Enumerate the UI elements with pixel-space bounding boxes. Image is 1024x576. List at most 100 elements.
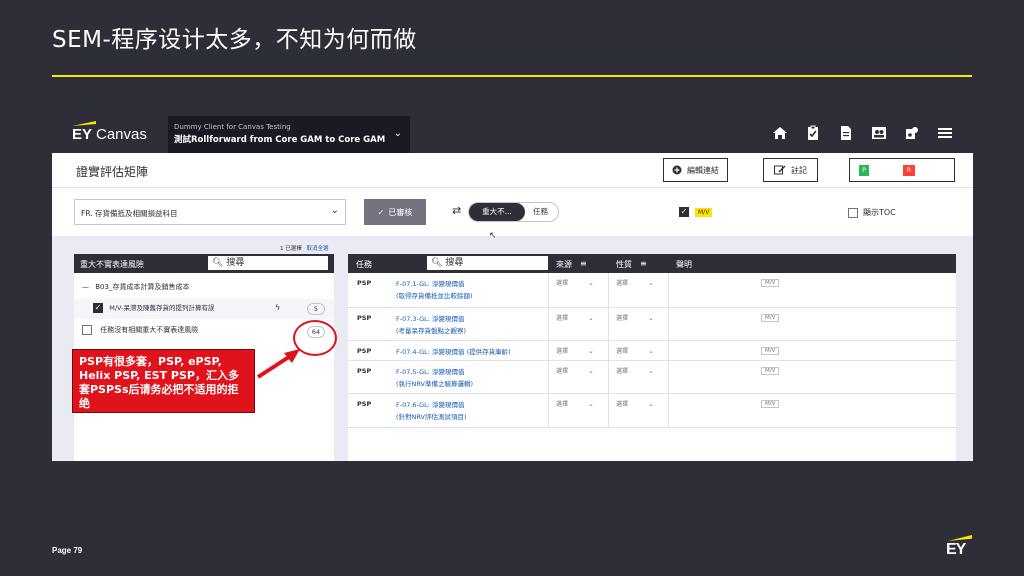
title-divider bbox=[52, 75, 972, 77]
note-label: 註記 bbox=[791, 165, 807, 175]
risk-item-checkbox[interactable]: ✓ bbox=[93, 303, 103, 313]
source-select[interactable]: 選擇 ⌄ bbox=[556, 278, 594, 287]
mv-assertion-tag: M/V bbox=[761, 367, 780, 375]
mv-tag: M/V bbox=[695, 207, 713, 217]
show-toc-filter[interactable]: 顯示TOC bbox=[848, 207, 896, 218]
nature-select[interactable]: 選擇 ⌄ bbox=[616, 313, 654, 322]
task-title: F-07.5-GL: 淨變現價值 bbox=[396, 368, 465, 376]
header-source: 來源 bbox=[556, 260, 572, 269]
task-desc: (執行NRV準備之驗算邏輯) bbox=[396, 380, 474, 388]
page-title: 證實評估矩陣 bbox=[76, 165, 149, 179]
header-task: 任務 bbox=[356, 260, 372, 269]
selection-info: 1 已選擇 取消全選 bbox=[280, 244, 329, 252]
table-row[interactable]: PSP F-07.4-GL: 淨變現價值 (提供存貨庫齡) 選擇 ⌄ 選擇 ⌄ M/… bbox=[348, 341, 956, 361]
selection-count: 1 已選擇 bbox=[280, 246, 302, 252]
nature-value: 選擇 bbox=[616, 401, 629, 408]
chevron-down-icon: ⌄ bbox=[588, 400, 594, 408]
task-link[interactable]: F-07.6-GL: 淨變現價值 (針對NRV評估測試項目) bbox=[396, 399, 467, 423]
source-select[interactable]: 選擇 ⌄ bbox=[556, 366, 594, 375]
nature-value: 選擇 bbox=[616, 368, 629, 375]
task-type: PSP bbox=[357, 347, 372, 355]
show-toc-checkbox[interactable] bbox=[848, 207, 858, 218]
reviewed-button[interactable]: ✓ 已審核 bbox=[364, 199, 426, 225]
nature-value: 選擇 bbox=[616, 348, 629, 355]
chevron-down-icon: ⌄ bbox=[330, 205, 339, 216]
table-row[interactable]: PSP F-07.5-GL: 淨變現價值 (執行NRV準備之驗算邏輯) 選擇 ⌄ … bbox=[348, 361, 956, 394]
nature-select[interactable]: 選擇 ⌄ bbox=[616, 346, 654, 355]
menu-icon[interactable] bbox=[935, 125, 955, 143]
chevron-down-icon: ⌄ bbox=[648, 367, 654, 375]
task-title: F-07.3-GL: 淨變現價值 bbox=[396, 315, 465, 323]
account-dropdown[interactable]: FR. 存貨備抵及相關損益科目 ⌄ bbox=[74, 199, 346, 225]
risk-panel-header: 重大不實表達風險 🔍︎ 搜尋 bbox=[74, 254, 334, 273]
source-value: 選擇 bbox=[556, 280, 569, 287]
header-statement: 聲明 bbox=[676, 260, 692, 269]
status-indicator: P R bbox=[849, 158, 955, 182]
filter-bar: FR. 存貨備抵及相關損益科目 ⌄ ✓ 已審核 ⇄ 重大不... 任務 ✓ M/… bbox=[52, 188, 973, 236]
source-select[interactable]: 選擇 ⌄ bbox=[556, 346, 594, 355]
people-icon[interactable] bbox=[869, 125, 889, 143]
callout-arrow-icon bbox=[256, 349, 300, 379]
nature-value: 選擇 bbox=[616, 315, 629, 322]
table-row[interactable]: PSP F-07.3-GL: 淨變現價值 (考量呆存貨盤點之觀察) 選擇 ⌄ 選擇… bbox=[348, 308, 956, 341]
document-icon[interactable] bbox=[836, 125, 856, 143]
no-risk-checkbox[interactable] bbox=[82, 325, 92, 335]
mouse-pointer-icon: ↖ bbox=[489, 231, 497, 241]
ey-logo: EY bbox=[946, 533, 976, 563]
task-search-input[interactable]: 🔍︎ 搜尋 bbox=[427, 256, 548, 270]
task-link[interactable]: F-07.4-GL: 淨變現價值 (提供存貨庫齡) bbox=[396, 346, 511, 358]
risk-item-count: 5 bbox=[307, 303, 325, 315]
toggle-task-option[interactable]: 任務 bbox=[533, 203, 548, 221]
table-row[interactable]: PSP F-07.1-GL: 淨變現價值 (取得存貨備抵並比較餘額) 選擇 ⌄ 選… bbox=[348, 273, 956, 308]
toggle-risk-option[interactable]: 重大不... bbox=[469, 203, 525, 221]
chevron-down-icon: ⌄ bbox=[588, 314, 594, 322]
clear-all-link[interactable]: 取消全選 bbox=[307, 246, 329, 252]
top-nav-icons bbox=[770, 125, 955, 143]
clipboard-check-icon[interactable] bbox=[803, 125, 823, 143]
client-subtitle: Dummy Client for Canvas Testing bbox=[174, 123, 291, 131]
task-link[interactable]: F-07.3-GL: 淨變現價值 (考量呆存貨盤點之觀察) bbox=[396, 313, 466, 337]
status-p-badge: P bbox=[859, 165, 869, 176]
edit-link-button[interactable]: 編輯連結 bbox=[663, 158, 728, 182]
nature-value: 選擇 bbox=[616, 280, 629, 287]
filter-icon[interactable]: ≡ bbox=[640, 259, 647, 268]
note-button[interactable]: 註記 bbox=[763, 158, 818, 182]
mv-checkbox[interactable]: ✓ bbox=[679, 207, 689, 217]
puzzle-icon[interactable] bbox=[902, 125, 922, 143]
task-link[interactable]: F-07.1-GL: 淨變現價值 (取得存貨備抵並比較餘額) bbox=[396, 278, 473, 302]
collapse-icon[interactable]: — bbox=[82, 283, 89, 291]
nature-select[interactable]: 選擇 ⌄ bbox=[616, 278, 654, 287]
tree-group-label: B03_存貨成本計算及銷售成本 bbox=[95, 283, 190, 291]
source-select[interactable]: 選擇 ⌄ bbox=[556, 313, 594, 322]
brand-ey: EY bbox=[72, 126, 93, 143]
home-icon[interactable] bbox=[770, 125, 790, 143]
swap-arrows-icon[interactable]: ⇄ bbox=[452, 204, 461, 217]
chevron-down-icon: ⌄ bbox=[648, 400, 654, 408]
risk-search-input[interactable]: 🔍︎ 搜尋 bbox=[208, 256, 328, 270]
mv-assertion-tag: M/V bbox=[761, 314, 780, 322]
risk-item-row[interactable]: ✓ M/V-呆滯及陳舊存貨的提列計算有誤 ϟ 5 bbox=[74, 299, 334, 319]
task-type: PSP bbox=[357, 279, 372, 287]
risk-search-placeholder: 搜尋 bbox=[226, 258, 245, 268]
chevron-down-icon: ⌄ bbox=[648, 347, 654, 355]
reviewed-label: 已審核 bbox=[388, 207, 413, 217]
source-select[interactable]: 選擇 ⌄ bbox=[556, 399, 594, 408]
filter-icon[interactable]: ≡ bbox=[580, 259, 587, 268]
view-toggle[interactable]: 重大不... 任務 bbox=[468, 202, 559, 222]
add-circle-icon bbox=[672, 165, 682, 175]
task-link[interactable]: F-07.5-GL: 淨變現價值 (執行NRV準備之驗算邏輯) bbox=[396, 366, 473, 390]
table-row[interactable]: PSP F-07.6-GL: 淨變現價值 (針對NRV評估測試項目) 選擇 ⌄ 選… bbox=[348, 394, 956, 428]
tree-group-row[interactable]: — B03_存貨成本計算及銷售成本 bbox=[74, 282, 334, 292]
app-topbar: EY Canvas Dummy Client for Canvas Testin… bbox=[52, 116, 973, 153]
mv-filter[interactable]: ✓ M/V bbox=[679, 207, 713, 217]
chevron-down-icon: ⌄ bbox=[393, 128, 402, 139]
nature-select[interactable]: 選擇 ⌄ bbox=[616, 399, 654, 408]
mv-assertion-tag: M/V bbox=[761, 279, 780, 287]
task-title: F-07.6-GL: 淨變現價值 bbox=[396, 401, 465, 409]
nature-select[interactable]: 選擇 ⌄ bbox=[616, 366, 654, 375]
show-toc-label: 顯示TOC bbox=[863, 208, 896, 217]
risk-panel-title: 重大不實表達風險 bbox=[80, 260, 144, 269]
task-type: PSP bbox=[357, 400, 372, 408]
mv-assertion-tag: M/V bbox=[761, 347, 780, 355]
client-selector[interactable]: Dummy Client for Canvas Testing 測試Rollfo… bbox=[168, 116, 410, 153]
